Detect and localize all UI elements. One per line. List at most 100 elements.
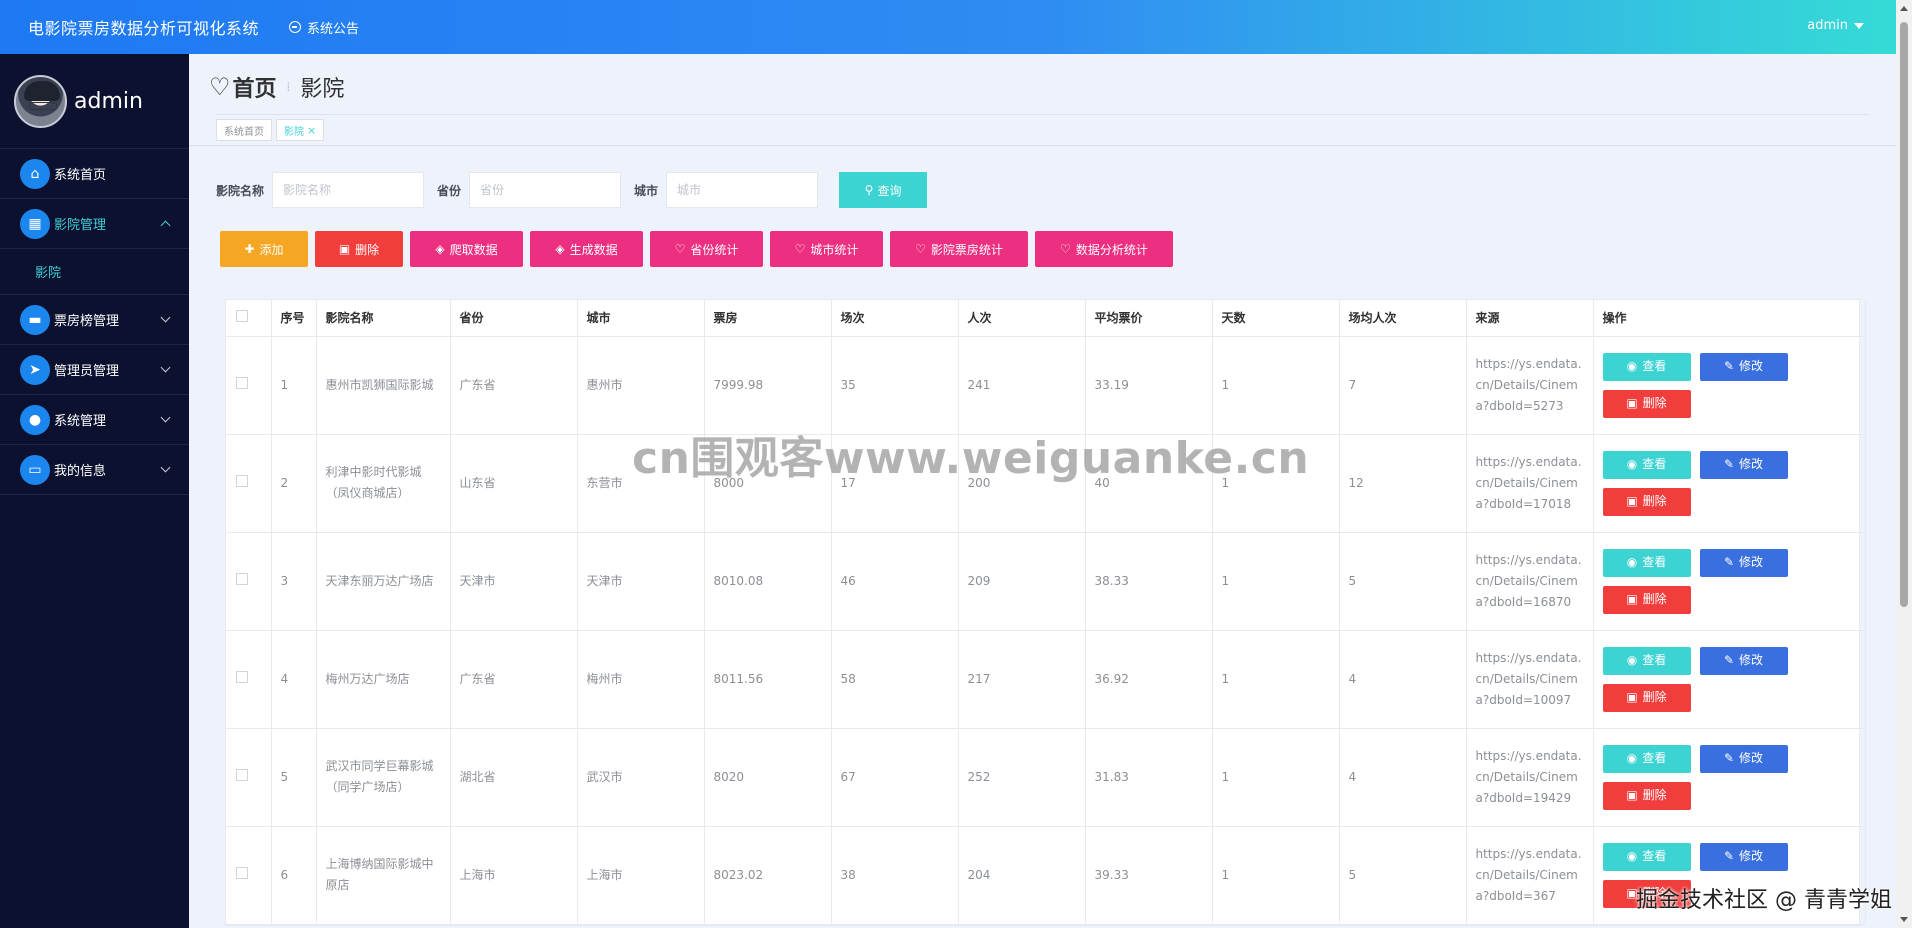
column-header: 天数 (1212, 300, 1340, 337)
sidebar-item-boxoffice-management[interactable]: ▬ 票房榜管理 (0, 295, 189, 345)
breadcrumb-separator: ⁞ (286, 79, 291, 94)
sidebar-item-cinema-management[interactable]: ▦ 影院管理 (0, 199, 189, 249)
sidebar-item-home[interactable]: ⌂ 系统首页 (0, 149, 189, 199)
row-checkbox[interactable] (236, 474, 248, 487)
boxoffice-cell: 8011.56 (704, 630, 832, 729)
row-delete-button[interactable]: ▣ 删除 (1602, 389, 1691, 418)
province-cell: 广东省 (450, 630, 578, 729)
boxoffice-stats-label: 影院票房统计 (930, 242, 1003, 257)
sidebar-item-system-management[interactable]: ● 系统管理 (0, 395, 189, 445)
generate-data-button[interactable]: ◈ 生成数据 (530, 231, 643, 267)
select-all-checkbox[interactable] (236, 310, 248, 323)
row-select-cell[interactable] (226, 434, 272, 533)
row-checkbox[interactable] (236, 670, 248, 683)
row-checkbox[interactable] (236, 866, 248, 879)
view-button[interactable]: ◉ 查看 (1602, 744, 1691, 773)
boxoffice-stats-button[interactable]: ♡ 影院票房统计 (890, 231, 1028, 267)
view-button[interactable]: ◉ 查看 (1602, 450, 1691, 479)
row-delete-button[interactable]: ▣ 删除 (1602, 487, 1691, 516)
close-icon[interactable]: × (307, 124, 316, 137)
sidebar: admin ⌂ 系统首页 ▦ 影院管理 影院 ▬ 票房榜管理 ➤ 管理员管理 ●… (0, 54, 189, 928)
select-all-cell[interactable] (226, 300, 272, 337)
row-delete-button[interactable]: ▣ 删除 (1602, 585, 1691, 614)
crawl-data-button[interactable]: ◈ 爬取数据 (410, 231, 523, 267)
view-button-label: 查看 (1642, 849, 1667, 863)
edit-button[interactable]: ✎ 修改 (1699, 842, 1788, 871)
eye-icon: ◉ (1626, 457, 1638, 471)
row-delete-button[interactable]: ▣ 删除 (1602, 683, 1691, 712)
divider (189, 145, 1896, 146)
crawl-data-label: 爬取数据 (449, 242, 498, 257)
breadcrumb-home[interactable]: 首页 (233, 71, 277, 103)
query-button[interactable]: ⚲ 查询 (839, 172, 928, 208)
province-input[interactable] (469, 172, 622, 208)
column-header: 场次 (831, 300, 959, 337)
scroll-down-arrow-icon[interactable] (1900, 917, 1908, 922)
row-select-cell[interactable] (226, 336, 272, 435)
province-cell: 天津市 (450, 532, 578, 631)
view-button[interactable]: ◉ 查看 (1602, 646, 1691, 675)
row-select-cell[interactable] (226, 532, 272, 631)
scroll-thumb[interactable] (1900, 22, 1908, 607)
average-price-cell: 39.33 (1085, 826, 1213, 925)
edit-button[interactable]: ✎ 修改 (1699, 352, 1788, 381)
row-checkbox[interactable] (236, 768, 248, 781)
view-button[interactable]: ◉ 查看 (1602, 352, 1691, 381)
plus-icon: ✚ (244, 242, 255, 256)
view-button[interactable]: ◉ 查看 (1602, 842, 1691, 871)
edit-button[interactable]: ✎ 修改 (1699, 548, 1788, 577)
page-scrollbar[interactable] (1896, 0, 1912, 928)
grid-icon: ▦ (20, 208, 50, 239)
sidebar-item-admin-management[interactable]: ➤ 管理员管理 (0, 345, 189, 395)
notice-link[interactable]: 系统公告 (289, 18, 359, 37)
cinema-name-input[interactable] (272, 172, 425, 208)
edit-button[interactable]: ✎ 修改 (1699, 744, 1788, 773)
cinema-name-cell: 天津东丽万达广场店 (316, 532, 451, 631)
average-price-cell: 33.19 (1085, 336, 1213, 435)
edit-button[interactable]: ✎ 修改 (1699, 646, 1788, 675)
edit-button[interactable]: ✎ 修改 (1699, 450, 1788, 479)
row-actions: ◉ 查看 ✎ 修改 ▣ 删除 (1602, 352, 1856, 418)
province-stats-button[interactable]: ♡ 省份统计 (650, 231, 763, 267)
row-select-cell[interactable] (226, 630, 272, 729)
analysis-stats-button[interactable]: ♡ 数据分析统计 (1035, 231, 1173, 267)
city-stats-button[interactable]: ♡ 城市统计 (770, 231, 883, 267)
sidebar-item-my-info[interactable]: ▭ 我的信息 (0, 445, 189, 495)
view-button-label: 查看 (1642, 751, 1667, 765)
actions-cell: ◉ 查看 ✎ 修改 ▣ 删除 (1593, 434, 1866, 533)
home-icon: ⌂ (20, 158, 50, 189)
row-checkbox[interactable] (236, 376, 248, 389)
column-header: 场均人次 (1339, 300, 1467, 337)
card-icon: ▭ (20, 454, 50, 485)
row-select-cell[interactable] (226, 728, 272, 827)
scroll-up-arrow-icon[interactable] (1900, 6, 1908, 11)
province-cell: 上海市 (450, 826, 578, 925)
sidebar-username: admin (74, 88, 143, 114)
add-button-label: 添加 (259, 242, 284, 257)
actions-cell: ◉ 查看 ✎ 修改 ▣ 删除 (1593, 630, 1866, 729)
row-delete-button[interactable]: ▣ 删除 (1602, 781, 1691, 810)
add-button[interactable]: ✚ 添加 (220, 231, 308, 267)
top-bar: 电影院票房数据分析可视化系统 系统公告 admin (0, 0, 1896, 54)
city-cell: 惠州市 (577, 336, 705, 435)
row-select-cell[interactable] (226, 826, 272, 925)
delete-button-label: 删除 (355, 242, 380, 257)
chevron-down-icon (160, 412, 171, 423)
column-header: 省份 (450, 300, 578, 337)
source-url-cell: https://ys.endata.cn/Details/Cinema?dboI… (1466, 826, 1594, 925)
view-button[interactable]: ◉ 查看 (1602, 548, 1691, 577)
row-checkbox[interactable] (236, 572, 248, 585)
row-number-cell: 1 (271, 336, 317, 435)
user-menu[interactable]: admin (1807, 18, 1864, 33)
edit-button-label: 修改 (1739, 457, 1764, 471)
send-icon: ➤ (20, 354, 50, 385)
city-input[interactable] (666, 172, 819, 208)
delete-button[interactable]: ▣ 删除 (315, 231, 403, 267)
sidebar-subitem-cinema[interactable]: 影院 (0, 249, 189, 295)
average-viewers-cell: 5 (1339, 532, 1467, 631)
tag-cinema[interactable]: 影院 × (276, 119, 325, 141)
breadcrumb-current: 影院 (300, 76, 345, 102)
user-menu-label: admin (1807, 18, 1848, 33)
view-button-label: 查看 (1642, 555, 1667, 569)
tag-system-home[interactable]: 系统首页 (216, 119, 272, 141)
